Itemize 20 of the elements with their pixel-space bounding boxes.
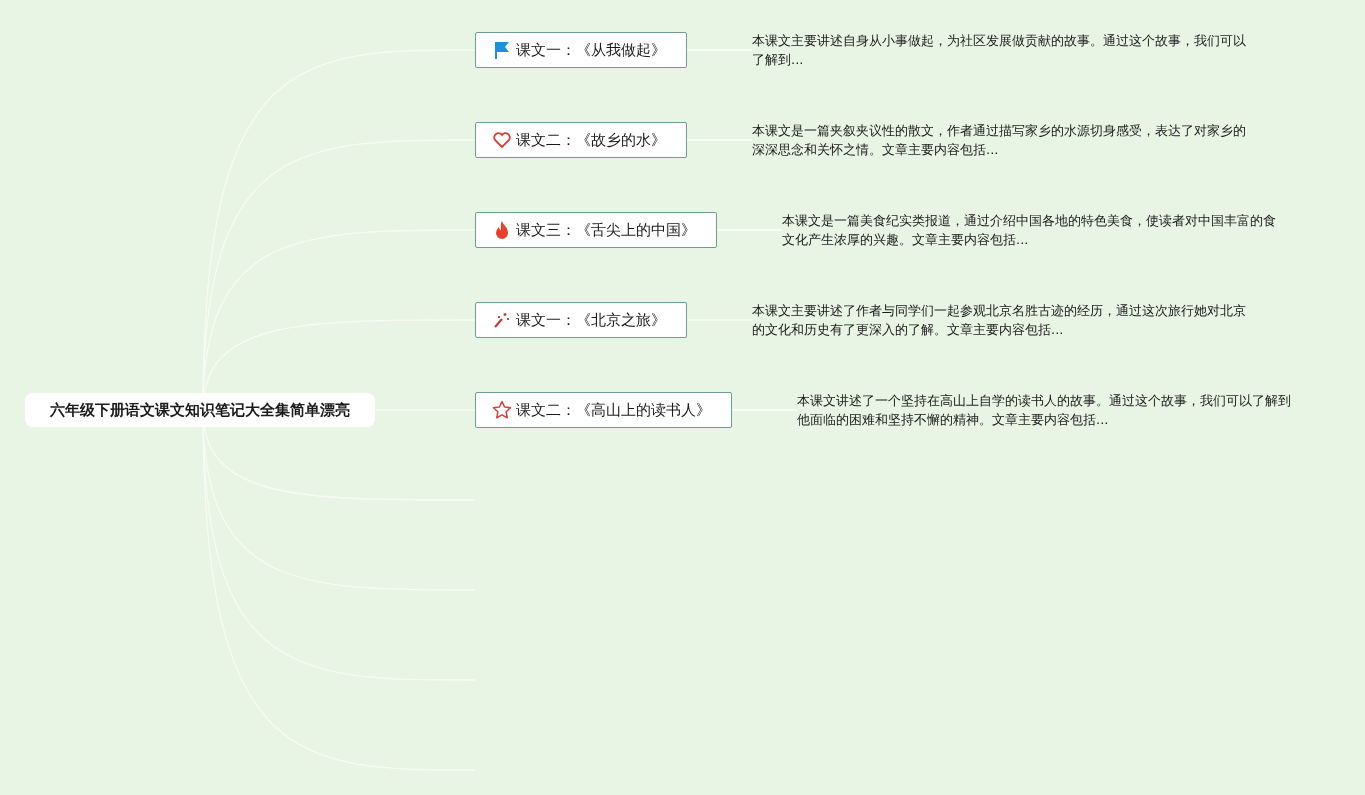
root-topic[interactable]: 六年级下册语文课文知识笔记大全集简单漂亮 <box>25 393 375 427</box>
flag-icon <box>492 40 512 60</box>
topic-title: 课文一：《从我做起》 <box>516 40 666 60</box>
topic-node[interactable]: 课文二：《故乡的水》 <box>475 122 687 158</box>
topic-title: 课文二：《故乡的水》 <box>516 130 666 150</box>
heart-icon <box>492 130 512 150</box>
topic-title: 课文三：《舌尖上的中国》 <box>516 220 696 240</box>
topic-note: 本课文主要讲述自身从小事做起，为社区发展做贡献的故事。通过这个故事，我们可以了解到... <box>752 32 1247 69</box>
topic-note: 本课文是一篇夹叙夹议性的散文，作者通过描写家乡的水源切身感受，表达了对家乡的深深思念和关怀之情。文章主要内容包括... <box>752 122 1247 159</box>
topic-node[interactable]: 课文一：《北京之旅》 <box>475 302 687 338</box>
star-icon <box>492 400 512 420</box>
topic-node[interactable]: 课文一：《从我做起》 <box>475 32 687 68</box>
topic-note: 本课文是一篇美食纪实类报道，通过介绍中国各地的特色美食，使读者对中国丰富的食文化产生浓厚的兴趣。文章主要内容包括... <box>782 212 1277 249</box>
topic-title: 课文二：《高山上的读书人》 <box>516 400 711 420</box>
topic-note: 本课文讲述了一个坚持在高山上自学的读书人的故事。通过这个故事，我们可以了解到他面临的困难和坚持不懈的精神。文章主要内容包括... <box>797 392 1292 429</box>
topic-note: 本课文主要讲述了作者与同学们一起参观北京名胜古迹的经历，通过这次旅行她对北京的文化和历史有了更深入的了解。文章主要内容包括... <box>752 302 1247 339</box>
topic-node[interactable]: 课文二：《高山上的读书人》 <box>475 392 732 428</box>
topic-title: 课文一：《北京之旅》 <box>516 310 666 330</box>
topic-node[interactable]: 课文三：《舌尖上的中国》 <box>475 212 717 248</box>
magic-wand-icon <box>492 310 512 330</box>
